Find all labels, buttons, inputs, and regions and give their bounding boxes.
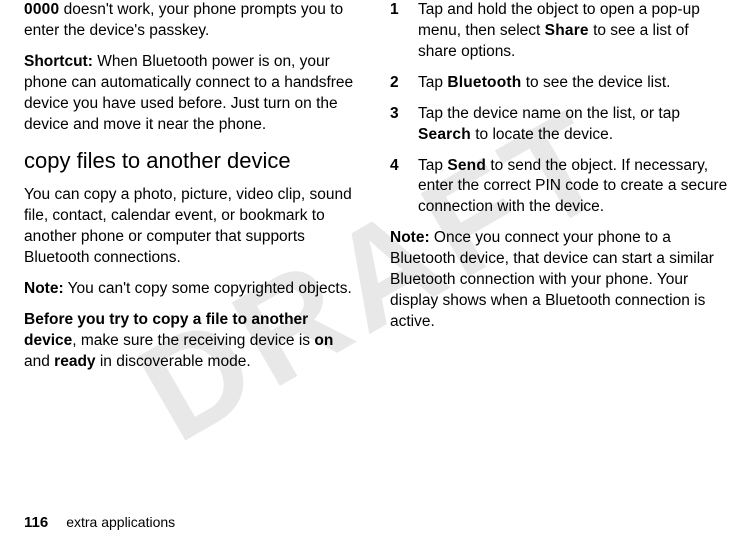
bluetooth-word: Bluetooth (447, 74, 521, 91)
section-heading-copy-files: copy files to another device (24, 146, 362, 176)
paragraph-copy-intro: You can copy a photo, picture, video cli… (24, 185, 362, 269)
share-word: Share (545, 22, 589, 39)
ready-word: ready (54, 353, 95, 370)
passkey-rest: doesn't work, your phone prompts you to … (24, 1, 343, 39)
step-4: 4 Tap Send to send the object. If necess… (390, 156, 728, 219)
before-copy-mid: , make sure the receiving device is (72, 332, 314, 349)
paragraph-copyright-note: Note: You can't copy some copyrighted ob… (24, 279, 362, 300)
step-3: 3 Tap the device name on the list, or ta… (390, 104, 728, 146)
s2-c: to see the device list. (521, 74, 670, 91)
s3-c: to locate the device. (471, 126, 613, 143)
step-num-3: 3 (390, 104, 418, 146)
paragraph-passkey: 0000 doesn't work, your phone prompts yo… (24, 0, 362, 42)
search-word: Search (418, 126, 471, 143)
step-text-1: Tap and hold the object to open a pop-up… (418, 0, 728, 63)
paragraph-before-copy: Before you try to copy a file to another… (24, 310, 362, 373)
step-num-2: 2 (390, 73, 418, 94)
page-number: 116 (24, 514, 48, 531)
and-word: and (24, 353, 54, 370)
step-2: 2 Tap Bluetooth to see the device list. (390, 73, 728, 94)
shortcut-label: Shortcut: (24, 53, 93, 70)
step-text-3: Tap the device name on the list, or tap … (418, 104, 728, 146)
step-text-4: Tap Send to send the object. If necessar… (418, 156, 728, 219)
note-text-right: Once you connect your phone to a Bluetoo… (390, 229, 714, 330)
note-label-right: Note: (390, 229, 430, 246)
step-num-4: 4 (390, 156, 418, 219)
paragraph-shortcut: Shortcut: When Bluetooth power is on, yo… (24, 52, 362, 136)
paragraph-connection-note: Note: Once you connect your phone to a B… (390, 228, 728, 333)
step-text-2: Tap Bluetooth to see the device list. (418, 73, 728, 94)
step-1: 1 Tap and hold the object to open a pop-… (390, 0, 728, 63)
right-column: 1 Tap and hold the object to open a pop-… (390, 0, 728, 383)
footer-section: extra applications (66, 514, 175, 530)
passkey-code: 0000 (24, 1, 59, 18)
note-text: You can't copy some copyrighted objects. (64, 280, 352, 297)
send-word: Send (447, 157, 486, 174)
s2-a: Tap (418, 74, 447, 91)
s4-a: Tap (418, 157, 447, 174)
page-footer: 116 extra applications (24, 514, 175, 531)
left-column: 0000 doesn't work, your phone prompts yo… (24, 0, 362, 383)
step-num-1: 1 (390, 0, 418, 63)
before-copy-end: in discoverable mode. (96, 353, 251, 370)
note-label: Note: (24, 280, 64, 297)
s3-a: Tap the device name on the list, or tap (418, 105, 680, 122)
on-word: on (314, 332, 333, 349)
page-content: 0000 doesn't work, your phone prompts yo… (0, 0, 752, 383)
